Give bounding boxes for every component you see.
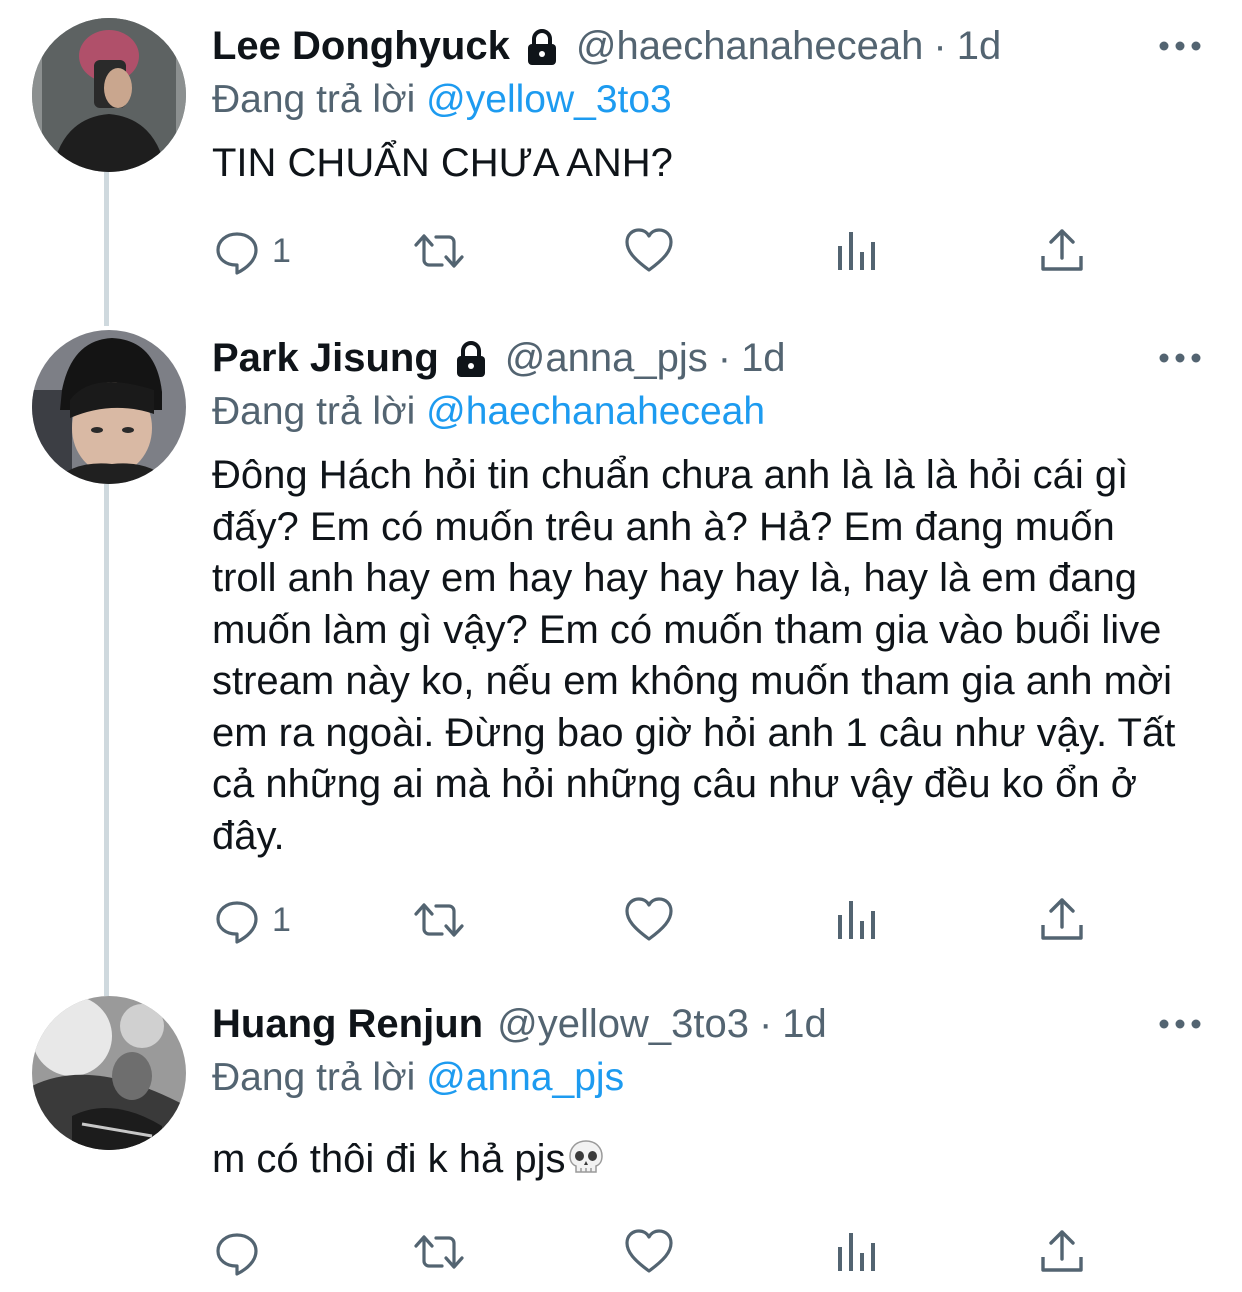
tweet-body: m có thôi đi k hả pjs <box>212 1134 1202 1186</box>
share-button[interactable] <box>1037 223 1087 279</box>
handle[interactable]: @yellow_3to3 <box>497 996 749 1052</box>
avatar[interactable] <box>32 996 186 1150</box>
replying-prefix: Đang trả lời <box>212 1056 416 1099</box>
tweet-header: Huang Renjun @yellow_3to3 · 1d <box>212 996 827 1052</box>
skull-emoji <box>566 1138 606 1178</box>
separator: · <box>758 1002 773 1046</box>
replying-prefix: Đang trả lời <box>212 78 416 121</box>
separator: · <box>933 24 947 68</box>
retweet-button[interactable] <box>414 223 464 279</box>
handle[interactable]: @anna_pjs <box>505 330 708 386</box>
retweet-icon <box>414 1235 464 1269</box>
share-button[interactable] <box>1037 892 1087 948</box>
action-bar: 1 <box>212 892 1212 948</box>
timestamp[interactable]: 1d <box>957 18 1002 74</box>
retweet-icon <box>414 234 464 268</box>
like-icon <box>625 228 673 272</box>
analytics-button[interactable] <box>832 892 882 948</box>
tweet[interactable]: Lee Donghyuck @haechanaheceah · 1d Đang … <box>0 18 1242 308</box>
like-icon <box>625 1229 673 1273</box>
analytics-button[interactable] <box>832 1224 882 1280</box>
like-icon <box>625 897 673 941</box>
analytics-icon <box>838 901 875 939</box>
mention-link[interactable]: @yellow_3to3 <box>426 78 672 121</box>
timestamp[interactable]: 1d <box>741 330 786 386</box>
like-button[interactable] <box>624 892 674 948</box>
timestamp[interactable]: 1d <box>782 996 827 1052</box>
reply-count: 1 <box>272 900 291 939</box>
reply-icon <box>216 232 258 275</box>
mention-link[interactable]: @haechanaheceah <box>426 390 765 433</box>
reply-button[interactable]: 1 <box>212 892 291 948</box>
display-name[interactable]: Lee Donghyuck <box>212 18 510 74</box>
avatar[interactable] <box>32 18 186 172</box>
more-icon[interactable] <box>1158 348 1202 368</box>
tweet-text: Đông Hách hỏi tin chuẩn chưa anh là là l… <box>212 453 1176 858</box>
replying-to: Đang trả lời @haechanaheceah <box>212 386 765 438</box>
lock-icon <box>522 26 562 66</box>
retweet-button[interactable] <box>414 1224 464 1280</box>
retweet-button[interactable] <box>414 892 464 948</box>
reply-icon <box>216 1233 258 1276</box>
tweet[interactable]: Huang Renjun @yellow_3to3 · 1d Đang trả … <box>0 996 1242 1286</box>
replying-prefix: Đang trả lời <box>212 390 416 433</box>
tweet-header: Park Jisung @anna_pjs · 1d <box>212 330 786 386</box>
mention-link[interactable]: @anna_pjs <box>426 1056 624 1099</box>
display-name[interactable]: Park Jisung <box>212 330 439 386</box>
analytics-icon <box>838 232 875 270</box>
lock-icon <box>451 338 491 378</box>
display-name[interactable]: Huang Renjun <box>212 996 483 1052</box>
reply-icon <box>216 901 258 944</box>
reply-button[interactable]: 1 <box>212 223 291 279</box>
like-button[interactable] <box>624 223 674 279</box>
share-icon <box>1041 229 1083 271</box>
tweet[interactable]: Park Jisung @anna_pjs · 1d Đang trả lời … <box>0 330 1242 950</box>
analytics-button[interactable] <box>832 223 882 279</box>
handle[interactable]: @haechanaheceah <box>576 18 924 74</box>
replying-to: Đang trả lời @anna_pjs <box>212 1052 624 1104</box>
more-icon[interactable] <box>1158 36 1202 56</box>
tweet-text: m có thôi đi k hả pjs <box>212 1137 566 1181</box>
reply-count: 1 <box>272 231 291 270</box>
action-bar <box>212 1224 1212 1280</box>
analytics-icon <box>838 1233 875 1271</box>
share-button[interactable] <box>1037 1224 1087 1280</box>
action-bar: 1 <box>212 223 1212 279</box>
like-button[interactable] <box>624 1224 674 1280</box>
separator: · <box>717 336 732 380</box>
tweet-header: Lee Donghyuck @haechanaheceah · 1d <box>212 18 1001 74</box>
more-icon[interactable] <box>1158 1014 1202 1034</box>
reply-button[interactable] <box>212 1224 272 1280</box>
share-icon <box>1041 898 1083 940</box>
replying-to: Đang trả lời @yellow_3to3 <box>212 74 672 126</box>
retweet-icon <box>414 903 464 937</box>
share-icon <box>1041 1230 1083 1272</box>
tweet-text: TIN CHUẨN CHƯA ANH? <box>212 141 673 185</box>
avatar[interactable] <box>32 330 186 484</box>
